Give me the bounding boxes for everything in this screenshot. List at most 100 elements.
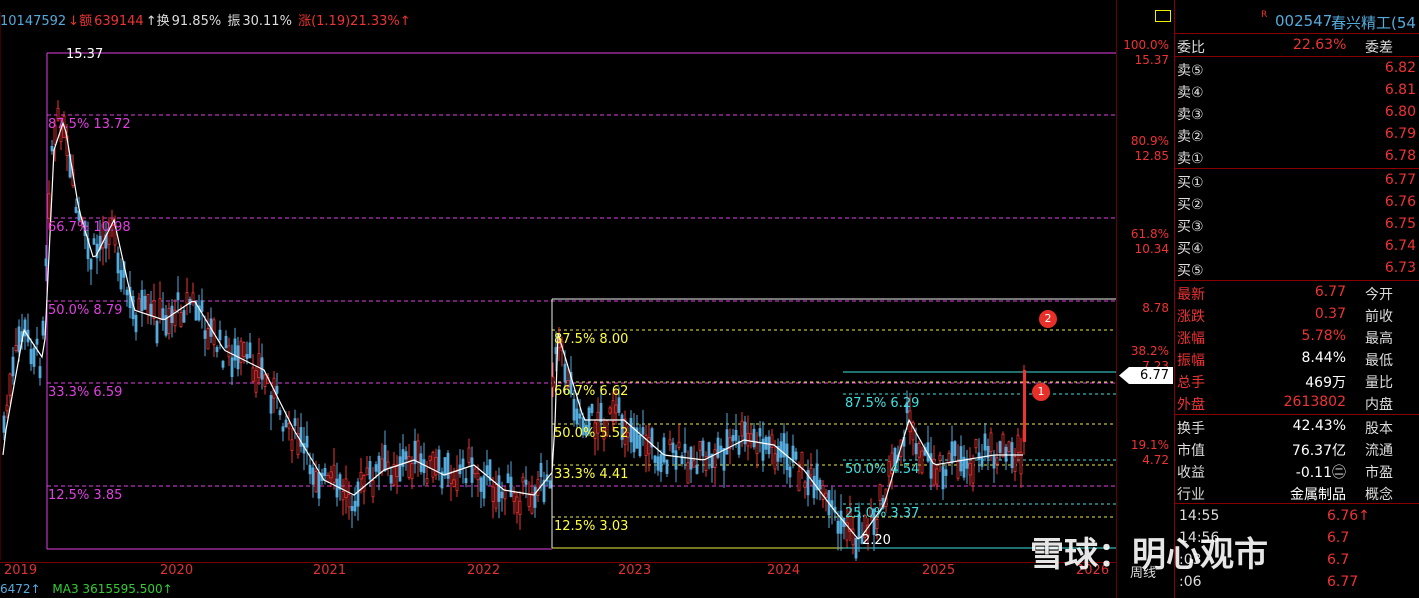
year-label: 2024 [767,563,801,578]
fib-label: 87.5% 8.00 [554,332,629,347]
divider [1175,33,1419,34]
buy-row: 买① 6.77 [1175,170,1419,192]
axis-pct: 19.1% [1130,438,1169,452]
quote-panel: R 002547 春兴精工(54 委比 22.63% 委差 卖⑤ 6.82 卖④ 6.… [1174,0,1419,598]
candle-body [659,454,663,472]
candle-body [17,326,21,353]
year-axis: 2019 2020 2021 2022 2023 2024 2025 2026 [0,562,1116,579]
amplitude-value: 30.11% [242,14,292,29]
candle-body [416,440,420,463]
candle-body [389,475,393,484]
candle-body [518,500,522,516]
fib-label: 12.5% 3.85 [48,488,123,503]
row-value: 6.78 [1384,148,1416,164]
candle-body [185,292,189,305]
row-label: 卖③ [1177,107,1204,123]
row-value: 6.82 [1384,60,1416,76]
row-label-right: 最高 [1365,331,1393,347]
watermark: 雪球：明心观市 [1030,535,1268,575]
candle-body [410,463,414,480]
candle-body [347,493,351,508]
row-value: 6.76 [1384,194,1416,210]
stat-row: 振幅 8.44% 最低 [1175,348,1419,370]
axis-pct: 100.0% [1123,38,1169,52]
candle-body [476,472,480,481]
divider [1175,168,1419,169]
candle-body [938,454,942,461]
candle-body [944,469,948,476]
candle-body [479,477,483,492]
candle-body [116,252,120,274]
candle-body [992,454,996,469]
candle-body [629,417,633,443]
weibi-value: 22.63% [1293,37,1347,53]
buy-row: 买⑤ 6.73 [1175,258,1419,280]
row-label: 买④ [1177,241,1204,257]
candle-body [1004,446,1008,462]
stat-row: 涨跌 0.37 前收 [1175,304,1419,326]
kline-chart[interactable] [0,0,1116,580]
fib-label: 87.5% 13.72 [48,117,131,132]
fib-label: 33.3% 6.59 [48,385,123,400]
weibi-row: 委比 22.63% 委差 [1175,35,1419,57]
candle-body [365,467,369,476]
r-badge: R [1261,10,1268,20]
turnover-value: 91.85% [171,14,222,29]
candle-body [245,354,249,359]
candle-body [371,480,375,498]
candle-body [749,433,753,442]
candle-body [707,442,711,458]
marker-2[interactable]: 2 [1039,310,1057,328]
year-label: 2019 [4,563,38,578]
candle-body [590,404,594,414]
candle-body [968,462,972,476]
candle-body [800,451,804,470]
sell-row: 卖① 6.78 [1175,146,1419,168]
candle-body [275,385,279,394]
candle-body [437,449,441,472]
row-value: 469万 [1305,375,1346,391]
candle-body [638,435,642,456]
candle-body [812,475,816,499]
candle-body [215,347,219,353]
candle-body [344,478,348,498]
sell-row: 卖③ 6.80 [1175,102,1419,124]
tick-time: :06 [1179,574,1202,590]
candle-body [527,494,531,507]
year-label: 2025 [922,563,956,578]
weibi-label: 委比 [1177,40,1205,56]
candle-body [323,467,327,477]
candle-body [404,451,408,460]
candle-body [770,434,774,448]
candle-body [254,370,258,393]
candle-body [503,490,507,500]
row-value: 6.77 [1384,172,1416,188]
candle-body [290,439,294,451]
divider [1175,503,1419,504]
row-label: 卖① [1177,151,1204,167]
candle-body [314,471,318,493]
marker-1[interactable]: 1 [1032,383,1050,401]
axis-pct: 38.2% [1130,344,1169,358]
candle-body [491,486,495,502]
amount-label: ↓额 [68,14,93,29]
candle-body [821,485,825,500]
candle-body [224,335,228,348]
candle-body [497,475,501,502]
fib-label: 87.5% 6.29 [845,396,920,411]
candle-body [395,466,399,478]
settings-icon[interactable] [1155,10,1171,22]
candle-body [989,432,993,453]
candle-body [368,461,372,480]
candle-body [155,320,159,344]
buy-row: 买② 6.76 [1175,192,1419,214]
candle-body [797,470,801,492]
candle-body [443,457,447,476]
year-label: 2020 [160,563,194,578]
candle-body [332,464,336,483]
tick-time: 14:55 [1179,508,1220,524]
divider [1175,280,1419,281]
candle-body [767,436,771,455]
sell-row: 卖② 6.79 [1175,124,1419,146]
candle-body [134,314,138,333]
